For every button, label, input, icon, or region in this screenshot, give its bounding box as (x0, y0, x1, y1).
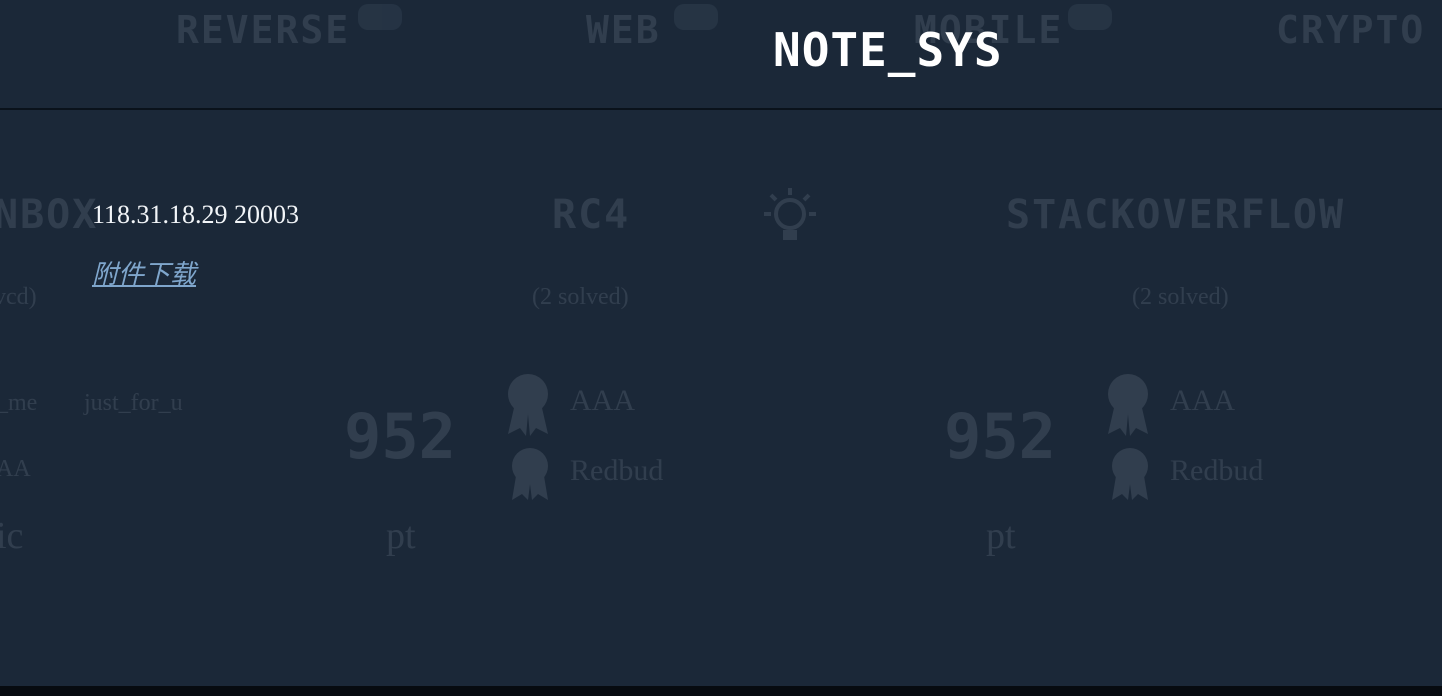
solver-name-fragment: just_for_u (84, 390, 183, 416)
gold-medal-icon (1108, 374, 1148, 436)
challenge-title: STACKOVERFLOW (1006, 192, 1346, 238)
solver-name-fragment: AA (0, 456, 31, 482)
challenge-title: NOTE_SYS (773, 23, 1003, 77)
challenge-solved-count: (2 solved) (1132, 284, 1229, 310)
challenge-title: RC4 (552, 192, 631, 238)
solver-name-fragment: _me (0, 390, 38, 416)
challenge-points: 952 (944, 400, 1056, 473)
bottom-edge (0, 686, 1442, 696)
challenge-points-unit: ic (0, 515, 24, 557)
challenge-points-unit: pt (986, 515, 1016, 557)
modal-overlay: REVERSE WEB MOBILE CRYPTO NBOX vcd) ic R… (0, 0, 1442, 696)
challenge-points: 952 (344, 400, 456, 473)
challenge-points-unit: pt (386, 515, 416, 557)
solver-name: AAA (570, 384, 635, 417)
solver-name: Redbud (570, 454, 664, 487)
solver-name: AAA (1170, 384, 1235, 417)
gold-medal-icon (508, 374, 548, 436)
challenge-solved-count: (2 solved) (532, 284, 629, 310)
silver-medal-icon (512, 448, 548, 500)
challenge-endpoint: 118.31.18.29 20003 (92, 200, 300, 229)
silver-medal-icon (1112, 448, 1148, 500)
modal-body: 118.31.18.29 20003 附件下载 (92, 196, 299, 292)
modal-header: NOTE_SYS (0, 0, 1442, 110)
lightbulb-icon (764, 188, 816, 240)
challenge-solved-count: vcd) (0, 284, 37, 310)
challenge-title: NBOX (0, 192, 99, 238)
attachment-download-link[interactable]: 附件下载 (92, 258, 196, 292)
solver-name: Redbud (1170, 454, 1264, 487)
